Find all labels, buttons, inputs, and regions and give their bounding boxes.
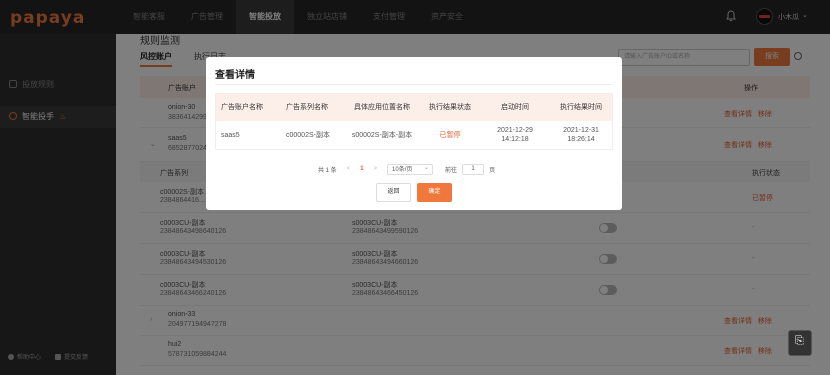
page-number-button[interactable]: 1 bbox=[360, 166, 363, 172]
pagination: 共 1 条 < 1 > 10条/页 前往 1 页 bbox=[318, 163, 495, 175]
modal-title: 查看详情 bbox=[215, 70, 255, 81]
details-table-header: 广告账户名称 广告系列名称 具体应用位置名称 执行结果状态 启动时间 执行结果时… bbox=[216, 94, 612, 121]
details-table: 广告账户名称 广告系列名称 具体应用位置名称 执行结果状态 启动时间 执行结果时… bbox=[215, 93, 613, 150]
goto-label: 前往 bbox=[445, 167, 458, 174]
end-time-cell: 2021-12-31 18:26:14 bbox=[563, 127, 599, 143]
total-count: 共 1 条 bbox=[318, 167, 337, 174]
series-name-cell: c00002S-副本 bbox=[286, 131, 330, 139]
prev-page-button[interactable]: < bbox=[347, 166, 351, 172]
page-unit-label: 页 bbox=[489, 167, 496, 174]
column-header: 执行结果状态 bbox=[429, 104, 471, 111]
export-icon[interactable] bbox=[788, 330, 812, 356]
goto-page-input[interactable]: 1 bbox=[462, 163, 485, 175]
back-button[interactable]: 返回 bbox=[376, 183, 411, 202]
page-size-select[interactable]: 10条/页 bbox=[387, 163, 434, 175]
column-header: 具体应用位置名称 bbox=[354, 104, 410, 111]
status-cell: 已暂停 bbox=[439, 131, 461, 139]
next-page-button[interactable]: > bbox=[374, 166, 378, 172]
divider bbox=[215, 84, 613, 85]
start-time-cell: 2021-12-29 14:12:18 bbox=[497, 127, 533, 143]
account-name-cell: saas5 bbox=[221, 131, 240, 139]
column-header: 广告账户名称 bbox=[221, 104, 263, 111]
column-header: 执行结果时间 bbox=[560, 104, 602, 111]
column-header: 启动时间 bbox=[501, 104, 529, 111]
confirm-button[interactable]: 确定 bbox=[417, 183, 452, 202]
details-modal: 查看详情 广告账户名称 广告系列名称 具体应用位置名称 执行结果状态 启动时间 … bbox=[206, 57, 622, 210]
details-table-row: saas5 c00002S-副本 s00002S-副本-副本 已暂停 2021-… bbox=[216, 121, 612, 149]
placement-name-cell: s00002S-副本-副本 bbox=[351, 131, 413, 139]
column-header: 广告系列名称 bbox=[286, 104, 328, 111]
